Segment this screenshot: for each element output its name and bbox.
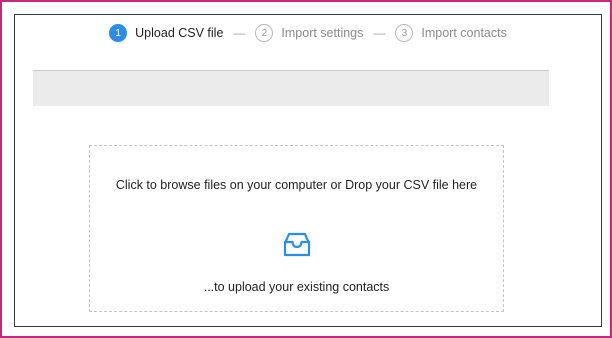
step-label: Upload CSV file xyxy=(135,26,224,40)
inbox-tray-icon xyxy=(283,232,310,257)
step-import-settings[interactable]: 2 Import settings xyxy=(255,24,363,42)
dropzone-subtitle: ...to upload your existing contacts xyxy=(203,280,390,294)
step-number-badge: 1 xyxy=(109,24,128,42)
import-stepper: 1 Upload CSV file — 2 Import settings — … xyxy=(15,24,601,42)
step-number-badge: 2 xyxy=(255,24,274,42)
step-number-badge: 3 xyxy=(395,24,414,42)
step-upload-csv[interactable]: 1 Upload CSV file xyxy=(109,24,223,42)
progress-bar-area xyxy=(33,70,549,106)
step-label: Import contacts xyxy=(421,26,507,40)
step-label: Import settings xyxy=(281,26,364,40)
import-panel: 1 Upload CSV file — 2 Import settings — … xyxy=(14,14,602,327)
step-import-contacts[interactable]: 3 Import contacts xyxy=(395,24,507,42)
step-separator: — xyxy=(373,26,386,40)
outer-frame: 1 Upload CSV file — 2 Import settings — … xyxy=(0,0,612,338)
csv-dropzone[interactable]: Click to browse files on your computer o… xyxy=(89,145,504,312)
step-separator: — xyxy=(233,26,246,40)
dropzone-title: Click to browse files on your computer o… xyxy=(115,178,478,192)
